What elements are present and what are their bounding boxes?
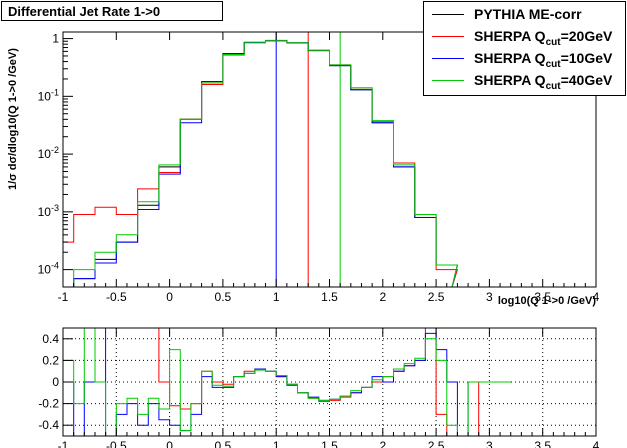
- legend-entry-sherpa-40: SHERPA Qcut=40GeV: [430, 70, 624, 92]
- x-tick-label: 1.5: [321, 290, 338, 304]
- legend: PYTHIA ME-corr SHERPA Qcut=20GeV SHERPA …: [423, 1, 626, 96]
- legend-label: SHERPA Qcut=20GeV: [474, 28, 613, 48]
- y-tick-label: 10-3: [38, 203, 59, 219]
- chart-title-box: Differential Jet Rate 1->0: [1, 1, 223, 21]
- y-tick-label: 0: [52, 375, 59, 389]
- x-tick-label: -0.5: [106, 439, 127, 448]
- y-tick-label: 10-2: [38, 145, 59, 161]
- x-tick-label: 1: [273, 290, 280, 304]
- legend-label: SHERPA Qcut=10GeV: [474, 50, 613, 70]
- x-tick-label: 1.5: [321, 439, 338, 448]
- x-tick-label: 2: [379, 290, 386, 304]
- legend-swatch: [432, 80, 464, 81]
- x-tick-label: -0.5: [106, 290, 127, 304]
- x-tick-label: 3.5: [534, 439, 551, 448]
- x-tick-label: 2.5: [428, 290, 445, 304]
- chart-title: Differential Jet Rate 1->0: [8, 4, 161, 19]
- ratio-panel: -1 -0.5 0 0.5 1 1.5 2 2.5 3 3.5 4 -0.4 -0.2 0 0.2 0.4: [38, 327, 600, 448]
- series-line: [63, 39, 474, 287]
- x-tick-label: 4: [593, 439, 600, 448]
- x-tick-label: 2.5: [428, 439, 445, 448]
- series-line: [63, 40, 474, 287]
- series-line: [63, 40, 474, 287]
- series-line: [63, 40, 474, 287]
- x-tick-label: 3: [486, 439, 493, 448]
- x-axis-label: log10(Q 1->0 /GeV): [498, 295, 596, 307]
- x-tick-label: 3: [486, 290, 493, 304]
- legend-swatch: [432, 58, 464, 59]
- y-tick-label: 0.4: [42, 332, 59, 346]
- x-tick-label: 0: [166, 290, 173, 304]
- x-tick-label: 0: [166, 439, 173, 448]
- y-tick-label: 10-1: [38, 87, 59, 103]
- legend-swatch: [432, 14, 464, 15]
- x-tick-label: 0.5: [215, 290, 232, 304]
- y-tick-label: 10-4: [38, 261, 59, 277]
- legend-swatch: [432, 36, 464, 37]
- legend-label: SHERPA Qcut=40GeV: [474, 72, 613, 92]
- x-tick-label: -1: [58, 290, 69, 304]
- x-tick-label: 1: [273, 439, 280, 448]
- x-tick-label: 0.5: [215, 439, 232, 448]
- y-tick-label: 0.2: [42, 353, 59, 367]
- x-tick-label: 2: [379, 439, 386, 448]
- y-axis-label: 1/σ dσ/dlog10(Q 1->0 /GeV): [7, 48, 19, 190]
- y-tick-label: -0.4: [38, 418, 59, 432]
- legend-label: PYTHIA ME-corr: [474, 6, 582, 22]
- y-tick-label: 1: [52, 32, 59, 46]
- legend-entry-sherpa-10: SHERPA Qcut=10GeV: [430, 48, 624, 70]
- legend-entry-sherpa-20: SHERPA Qcut=20GeV: [430, 26, 624, 48]
- legend-entry-pythia: PYTHIA ME-corr: [430, 4, 624, 26]
- y-tick-label: -0.2: [38, 397, 59, 411]
- x-tick-label: -1: [58, 439, 69, 448]
